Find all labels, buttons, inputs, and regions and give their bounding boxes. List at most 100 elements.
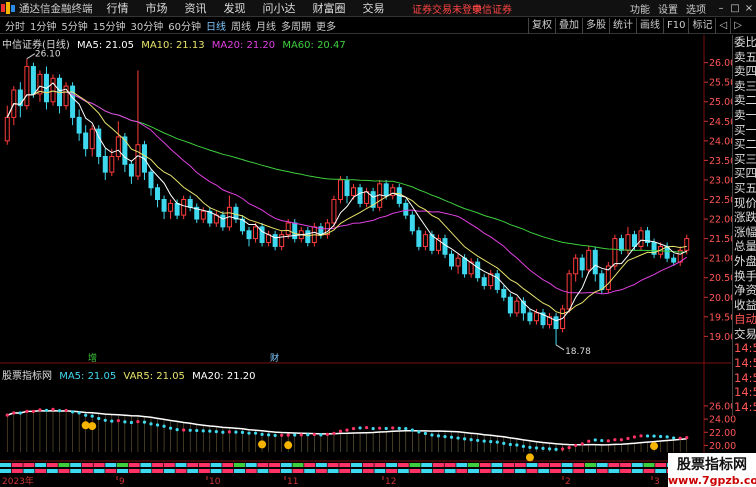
watermark-url: www.7gpzb.com [668, 474, 756, 487]
ma10-value: MA10: 21.13 [141, 40, 205, 51]
high-marker [26, 53, 36, 60]
signal-strip-segment [503, 469, 515, 473]
indicator-name[interactable]: 股票指标网 [2, 371, 52, 382]
signal-strip-segment [222, 463, 234, 467]
signal-strip-segment [163, 469, 175, 473]
close-icon[interactable]: × [742, 3, 756, 14]
signal-strip-segment [35, 463, 47, 467]
candle-body [638, 230, 644, 247]
kline-chart[interactable]: 26.0025.5025.0024.5024.0023.5023.0022.50… [0, 35, 756, 487]
maximize-icon[interactable]: □ [728, 3, 742, 14]
ind-dot [18, 411, 22, 415]
ind-dot [293, 433, 297, 437]
quote-item: 14:50 [734, 356, 756, 371]
menu-news[interactable]: 资讯 [185, 0, 207, 16]
menu-discover[interactable]: 发现 [224, 0, 246, 16]
menu-ask[interactable]: 问小达 [263, 0, 296, 16]
candle-body [89, 128, 95, 150]
buy-signal-icon [258, 440, 267, 449]
signal-strip-segment [152, 463, 164, 467]
candle-body [612, 238, 618, 267]
menu-wealth-circle[interactable]: 财富圈 [313, 0, 346, 16]
ind-dot [632, 435, 637, 439]
signal-strip-segment [245, 463, 257, 467]
ma60-value: MA60: 20.47 [282, 40, 346, 51]
buy-signal-icon [525, 453, 534, 462]
candle-body [442, 238, 448, 255]
signal-strip-segment [456, 463, 468, 467]
signal-strip-segment [187, 463, 199, 467]
quote-item: 买三 [734, 151, 756, 166]
tool-multi-stock[interactable]: 多股 [582, 18, 609, 34]
ind-ma5-value: MA5: 21.05 [59, 371, 117, 382]
candle-body [155, 187, 161, 200]
ma5-value: MA5: 21.05 [77, 40, 135, 51]
x-tick-label: 10 [209, 477, 221, 487]
ind-dot [240, 430, 245, 434]
tool-adjust[interactable]: 复权 [528, 18, 555, 34]
signal-strip-segment [257, 463, 269, 467]
tool-draw[interactable]: 画线 [636, 18, 663, 34]
signal-strip-segment [222, 469, 234, 473]
candle-body [76, 116, 82, 134]
chart-tools: 复权 叠加 多股 统计 画线 F10 标记 ◁ ▷ [528, 18, 745, 34]
ind-dot [371, 426, 375, 431]
signal-strip-segment [105, 469, 117, 473]
menu-settings[interactable]: 设置 [658, 1, 678, 16]
ind-dot [299, 433, 303, 437]
buy-signal-icon [650, 442, 659, 451]
candle-body [246, 230, 252, 240]
tool-f10[interactable]: F10 [663, 18, 688, 34]
period-more[interactable]: 更多 [316, 18, 336, 33]
candle-body [422, 234, 428, 247]
menu-trade[interactable]: 交易 [363, 0, 385, 16]
period-60min[interactable]: 60分钟 [168, 18, 201, 33]
broker-name[interactable]: 中信证券 [472, 1, 512, 16]
ind-y-tick-label: 20.00 [709, 441, 736, 452]
next-icon[interactable]: ▷ [730, 18, 745, 34]
tool-overlay[interactable]: 叠加 [555, 18, 582, 34]
candle-body [305, 230, 311, 244]
candle-body [357, 187, 363, 204]
quote-item: 自动 [734, 312, 756, 327]
signal-strip-segment [514, 463, 526, 467]
signal-strip-segment [152, 469, 164, 473]
period-monthly[interactable]: 月线 [256, 18, 276, 33]
candle-body [148, 171, 154, 189]
period-tick[interactable]: 分时 [5, 18, 25, 33]
signal-strip-segment [561, 463, 573, 467]
tool-stats[interactable]: 统计 [609, 18, 636, 34]
signal-strip-segment [538, 463, 550, 467]
period-1min[interactable]: 1分钟 [30, 18, 56, 33]
signal-strip-segment [257, 469, 269, 473]
period-multi[interactable]: 多周期 [281, 18, 311, 33]
menu-options[interactable]: 选项 [686, 1, 706, 16]
candle-body [592, 249, 598, 275]
candle-body [566, 273, 572, 310]
ind-dot [123, 420, 127, 424]
ind-dot [678, 436, 682, 440]
ind-dot [541, 446, 545, 450]
period-15min[interactable]: 15分钟 [93, 18, 126, 33]
prev-icon[interactable]: ◁ [715, 18, 730, 34]
period-weekly[interactable]: 周线 [231, 18, 251, 33]
tool-mark[interactable]: 标记 [688, 18, 715, 34]
minimize-icon[interactable]: – [714, 3, 728, 14]
menu-quotes[interactable]: 行情 [107, 0, 129, 16]
candle-body [4, 116, 10, 142]
quote-item: 卖二 [734, 93, 756, 108]
period-5min[interactable]: 5分钟 [61, 18, 87, 33]
quote-item: 净资 [734, 283, 756, 298]
period-daily[interactable]: 日线 [206, 18, 226, 33]
quote-item: 交易 [734, 326, 756, 341]
ind-dot [580, 442, 584, 446]
ind-dot [659, 434, 663, 439]
period-30min[interactable]: 30分钟 [130, 18, 163, 33]
menu-market[interactable]: 市场 [146, 0, 168, 16]
stock-name[interactable]: 中信证券(日线) [2, 40, 70, 51]
ind-dot [247, 431, 251, 435]
menu-function[interactable]: 功能 [630, 1, 650, 16]
low-label: 18.78 [565, 347, 591, 357]
ind-dot [397, 426, 401, 430]
signal-strip-segment [444, 469, 456, 473]
